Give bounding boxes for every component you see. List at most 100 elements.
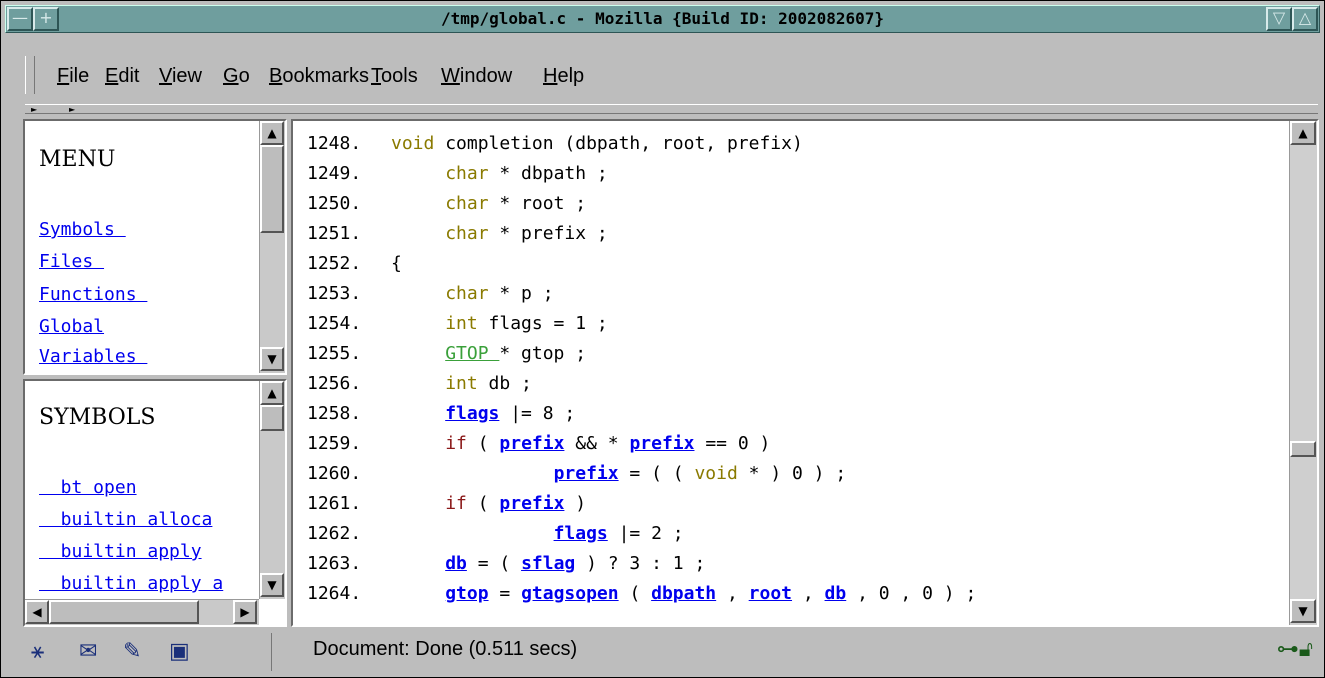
symbol-link[interactable]: GTOP <box>445 343 499 364</box>
symbol-link[interactable]: dbpath <box>651 583 716 604</box>
menu-edit[interactable]: Edit <box>105 65 139 88</box>
menu-scrollbar[interactable]: ▲ ▼ <box>259 121 285 373</box>
menu-window[interactable]: Window <box>441 65 512 88</box>
code-text: * p ; <box>488 283 554 304</box>
code-line: 1255. GTOP * gtop ; <box>307 343 586 373</box>
code-text: = ( <box>466 553 522 574</box>
composer-icon[interactable]: ✎ <box>123 639 141 664</box>
maximize-icon[interactable]: △ <box>1292 7 1318 31</box>
symbol-link[interactable]: db <box>825 583 847 604</box>
code-text: == 0 ) <box>694 433 771 454</box>
title-bar[interactable]: — + /tmp/global.c - Mozilla {Build ID: 2… <box>5 5 1320 33</box>
line-number: 1259. <box>307 433 362 454</box>
mail-icon[interactable]: ✉ <box>79 639 97 664</box>
symbol-link[interactable]: sflag <box>521 553 575 574</box>
scroll-up-icon[interactable]: ▲ <box>260 381 284 405</box>
code-text: ( <box>618 583 652 604</box>
link-builtin-apply[interactable]: builtin apply <box>39 541 202 562</box>
hscroll-thumb[interactable] <box>49 600 199 624</box>
toolbar-collapse-icon[interactable]: ► <box>31 105 37 114</box>
link-variables[interactable]: Variables <box>39 346 147 367</box>
symbol-link[interactable]: root <box>749 583 792 604</box>
keyword: char <box>445 163 489 184</box>
scroll-up-icon[interactable]: ▲ <box>260 121 284 145</box>
symbol-link[interactable]: flags <box>554 523 608 544</box>
code-line: 1250. char * root ; <box>307 193 586 223</box>
menu-view[interactable]: View <box>159 65 202 88</box>
keyword: void <box>391 133 435 154</box>
toolbar-collapse-icon-2[interactable]: ► <box>69 105 75 114</box>
code-text: ( <box>466 433 500 454</box>
menu-file[interactable]: File <box>57 65 89 88</box>
scroll-down-icon[interactable]: ▼ <box>260 573 284 597</box>
symbol-link[interactable]: prefix <box>554 463 619 484</box>
code-text: * root ; <box>488 193 587 214</box>
navigator-icon[interactable]: ⚹ <box>31 639 44 664</box>
line-number: 1248. <box>307 133 362 154</box>
line-number: 1254. <box>307 313 362 334</box>
scroll-thumb[interactable] <box>260 405 284 431</box>
scroll-thumb[interactable] <box>1290 441 1316 457</box>
symbol-link[interactable]: prefix <box>499 433 564 454</box>
component-bar: ⚹ ✉ ✎ ▣ <box>23 633 272 671</box>
scroll-down-icon[interactable]: ▼ <box>1290 599 1316 623</box>
symbol-link[interactable]: gtop <box>445 583 488 604</box>
code-line: 1260. prefix = ( ( void * ) 0 ) ; <box>307 463 846 493</box>
menu-tools[interactable]: Tools <box>371 65 418 88</box>
scroll-right-icon[interactable]: ▶ <box>233 600 257 624</box>
symbol-link[interactable]: db <box>445 553 467 574</box>
scroll-down-icon[interactable]: ▼ <box>260 347 284 371</box>
scroll-up-icon[interactable]: ▲ <box>1290 121 1316 145</box>
code-text: ( <box>466 493 500 514</box>
keyword: int <box>445 373 478 394</box>
keyword: if <box>445 493 467 514</box>
symbol-link[interactable]: flags <box>445 403 499 424</box>
line-number: 1252. <box>307 253 362 274</box>
lock-icon[interactable]: 🔓︎ <box>1299 637 1313 662</box>
source-scrollbar[interactable]: ▲ ▼ <box>1289 121 1317 625</box>
menu-bar: File Edit View Go Bookmarks Tools Window Help <box>23 57 1319 97</box>
menu-frame: MENU Symbols Files Functions Global Vari… <box>23 119 287 375</box>
scroll-left-icon[interactable]: ◀ <box>25 600 49 624</box>
menu-go[interactable]: Go <box>223 65 250 88</box>
line-number: 1255. <box>307 343 362 364</box>
line-number: 1261. <box>307 493 362 514</box>
code-text: ) ? 3 : 1 ; <box>575 553 706 574</box>
link-bt-open[interactable]: bt open <box>39 477 137 498</box>
code-line: 1259. if ( prefix && * prefix == 0 ) <box>307 433 770 463</box>
scroll-thumb[interactable] <box>260 145 284 233</box>
symbols-hscrollbar[interactable]: ◀ ▶ <box>25 599 259 625</box>
symbols-scrollbar[interactable]: ▲ ▼ <box>259 381 285 599</box>
collapsed-toolbar[interactable] <box>25 104 1318 114</box>
symbol-link[interactable]: prefix <box>629 433 694 454</box>
link-builtin-alloca[interactable]: builtin alloca <box>39 509 213 530</box>
code-text: |= 8 ; <box>499 403 576 424</box>
online-icon[interactable]: ⊶ <box>1277 637 1299 662</box>
menu-heading: MENU <box>39 147 116 172</box>
code-line: 1262. flags |= 2 ; <box>307 523 684 553</box>
code-text: = <box>488 583 522 604</box>
link-symbols[interactable]: Symbols <box>39 219 126 240</box>
symbol-link[interactable]: prefix <box>499 493 564 514</box>
line-number: 1263. <box>307 553 362 574</box>
menu-bookmarks[interactable]: Bookmarks <box>269 65 369 88</box>
code-text: && * <box>564 433 630 454</box>
minimize-icon[interactable]: ▽ <box>1266 7 1292 31</box>
line-number: 1253. <box>307 283 362 304</box>
code-line: 1252. { <box>307 253 402 283</box>
link-functions[interactable]: Functions <box>39 284 147 305</box>
keyword: char <box>445 283 489 304</box>
link-builtin-apply-args[interactable]: builtin apply a <box>39 573 224 594</box>
code-text: * prefix ; <box>488 223 608 244</box>
symbol-link[interactable]: gtagsopen <box>521 583 619 604</box>
code-line: 1248. void completion (dbpath, root, pref… <box>307 133 803 163</box>
address-book-icon[interactable]: ▣ <box>169 639 190 664</box>
link-global[interactable]: Global <box>39 316 104 337</box>
link-files[interactable]: Files <box>39 251 104 272</box>
menu-help[interactable]: Help <box>543 65 584 88</box>
